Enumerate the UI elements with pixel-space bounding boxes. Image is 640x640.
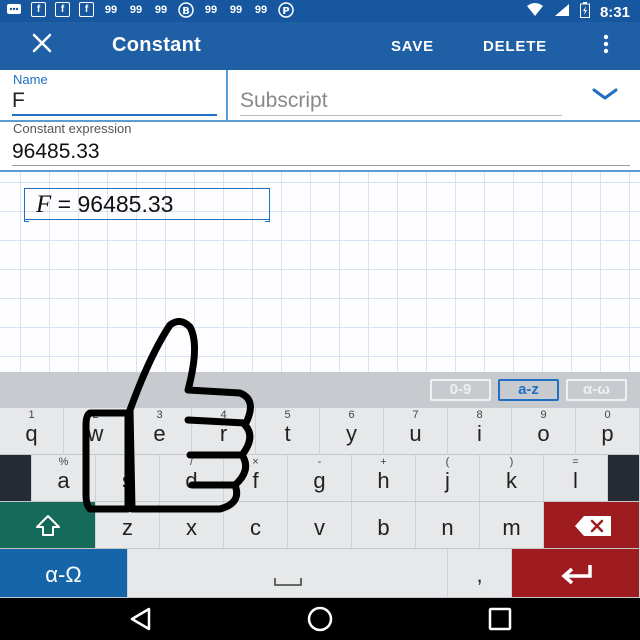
nine-nine-icon: 99 (229, 4, 243, 16)
key-a[interactable]: % a (32, 455, 96, 502)
key-r[interactable]: 4r (192, 408, 256, 455)
enter-icon (561, 565, 592, 585)
key-h[interactable]: + h (352, 455, 416, 502)
nine-nine-icon: 99 (204, 4, 218, 16)
key-i[interactable]: 8i (448, 408, 512, 455)
name-field: Name (0, 70, 228, 120)
facebook-icon: f (55, 2, 70, 17)
chevron-down-icon (592, 88, 618, 100)
system-status: 8:31 (526, 2, 630, 22)
facebook-icon: f (31, 2, 46, 17)
pinterest-icon: P (278, 2, 294, 18)
back-triangle-icon (130, 607, 151, 631)
key-v[interactable]: v (288, 502, 352, 549)
more-options-button[interactable] (598, 34, 614, 58)
key-f[interactable]: × f (224, 455, 288, 502)
shift-key[interactable] (0, 502, 96, 549)
nine-nine-icon: 99 (104, 4, 118, 16)
backspace-icon (575, 516, 611, 536)
navigation-bar (0, 598, 640, 640)
key-x[interactable]: x (160, 502, 224, 549)
preview-value: 96485.33 (77, 191, 174, 217)
key-b[interactable]: b (352, 502, 416, 549)
key-t[interactable]: 5t (256, 408, 320, 455)
greek-keyboard-button[interactable]: α-Ω (0, 549, 128, 598)
app-bar: Constant SAVE DELETE (0, 22, 640, 70)
expression-input[interactable] (12, 138, 630, 166)
subscript-dropdown-button[interactable] (590, 84, 620, 108)
battery-icon (579, 2, 590, 22)
comma-key[interactable]: , (448, 549, 512, 598)
message-icon (6, 2, 22, 18)
key-s[interactable]: ! s (96, 455, 160, 502)
nine-nine-icon: 99 (129, 4, 143, 16)
space-icon (274, 578, 302, 586)
expression-label: Constant expression (13, 121, 132, 136)
enter-key[interactable] (512, 549, 640, 598)
svg-text:P: P (282, 6, 289, 17)
svg-text:B: B (182, 6, 190, 17)
mode-latin-button[interactable]: a-z (498, 379, 559, 401)
key-o[interactable]: 9o (512, 408, 576, 455)
space-key[interactable] (128, 549, 448, 598)
key-y[interactable]: 6y (320, 408, 384, 455)
key-p[interactable]: 0p (576, 408, 640, 455)
preview-equals: = (57, 191, 72, 217)
key-c[interactable]: c (224, 502, 288, 549)
home-circle-icon (307, 606, 333, 632)
keyboard-mode-bar: 0-9 a-z α-ω (0, 372, 640, 408)
page-title: Constant (112, 34, 202, 56)
constant-preview[interactable]: F = 96485.33 (24, 188, 270, 222)
mode-greek-button[interactable]: α-ω (566, 379, 627, 401)
key-g[interactable]: -g (288, 455, 352, 502)
facebook-icon: f (79, 2, 94, 17)
b-icon: B (178, 2, 194, 18)
subscript-input[interactable] (240, 86, 562, 116)
mode-numbers-button[interactable]: 0-9 (430, 379, 491, 401)
notification-icons: f f f 99 99 99 B 99 99 99 P (6, 2, 294, 18)
key-spacer (608, 455, 640, 502)
key-k[interactable]: ) k (480, 455, 544, 502)
save-button[interactable]: SAVE (391, 38, 434, 55)
nine-nine-icon: 99 (254, 4, 268, 16)
key-d[interactable]: / d (160, 455, 224, 502)
constant-form: Name Constant expression (0, 70, 640, 172)
more-vertical-icon (603, 34, 609, 54)
keyboard: 1q 2w 3e 4r 5t 6y 7u 8i 9o 0p % a ! s / d ×… (0, 408, 640, 598)
key-w[interactable]: 2w (64, 408, 128, 455)
key-e[interactable]: 3e (128, 408, 192, 455)
key-u[interactable]: 7u (384, 408, 448, 455)
preview-variable: F (36, 191, 52, 218)
grid-canvas: F = 96485.33 (0, 172, 640, 372)
key-spacer (0, 455, 32, 502)
nine-nine-icon: 99 (154, 4, 168, 16)
close-button[interactable] (26, 32, 58, 60)
delete-button[interactable]: DELETE (483, 38, 547, 55)
key-z[interactable]: z (96, 502, 160, 549)
shift-icon (36, 515, 60, 536)
backspace-key[interactable] (544, 502, 640, 549)
name-label: Name (13, 72, 48, 87)
status-bar: f f f 99 99 99 B 99 99 99 P 8:31 (0, 0, 640, 22)
recents-button[interactable] (486, 606, 514, 632)
key-l[interactable]: = l (544, 455, 608, 502)
key-q[interactable]: 1q (0, 408, 64, 455)
key-j[interactable]: (j (416, 455, 480, 502)
close-icon (32, 33, 52, 53)
back-button[interactable] (127, 606, 155, 632)
name-input[interactable] (12, 88, 217, 116)
wifi-icon (526, 3, 544, 21)
clock: 8:31 (599, 3, 630, 21)
key-m[interactable]: m (480, 502, 544, 549)
signal-icon (554, 3, 570, 21)
home-button[interactable] (306, 606, 334, 632)
recents-square-icon (488, 607, 512, 631)
key-n[interactable]: n (416, 502, 480, 549)
